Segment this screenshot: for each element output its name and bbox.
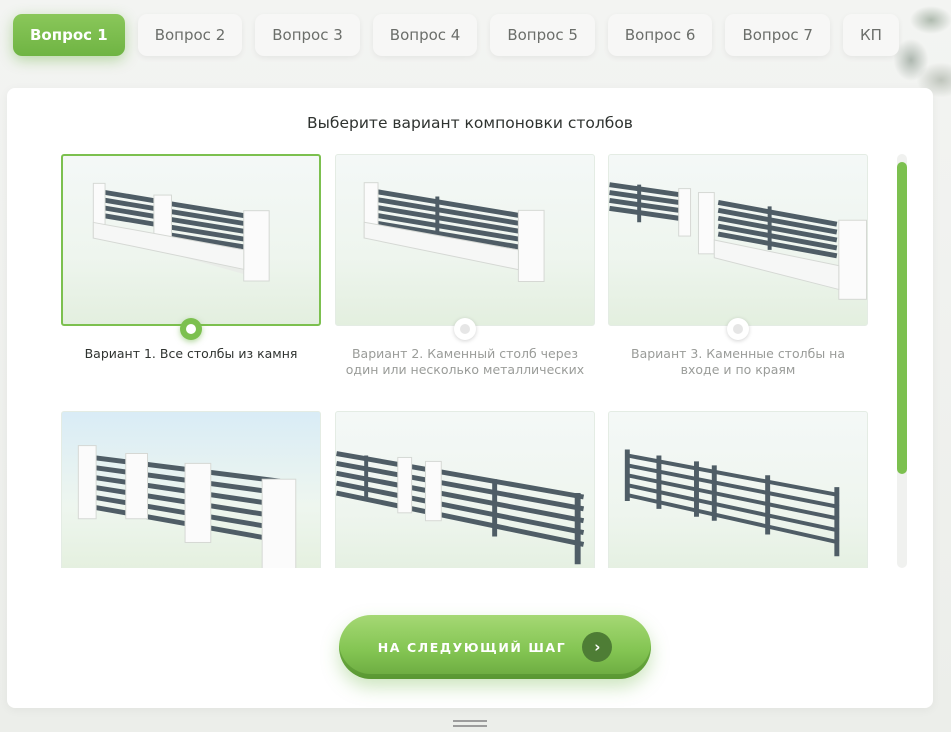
option-1[interactable]: Вариант 1. Все столбы из камня [61,154,321,362]
tab-question-4[interactable]: Вопрос 4 [372,14,478,56]
tab-question-2[interactable]: Вопрос 2 [137,14,243,56]
tab-question-6[interactable]: Вопрос 6 [607,14,713,56]
drag-handle-icon[interactable] [453,720,487,728]
next-step-label: НА СЛЕДУЮЩИЙ ШАГ [377,639,567,655]
fence-tall-stone-posts-illustration [77,445,297,568]
question-tabs: Вопрос 1 Вопрос 2 Вопрос 3 Вопрос 4 Вопр… [13,14,899,56]
fence-edge-posts-illustration [609,182,867,300]
fence-mixed-posts-illustration [363,182,545,283]
tab-question-1[interactable]: Вопрос 1 [13,14,125,56]
tab-question-5[interactable]: Вопрос 5 [490,14,595,56]
option-1-image[interactable] [61,154,321,326]
option-3-radio[interactable] [727,318,749,340]
tab-kp[interactable]: КП [842,14,899,56]
tab-question-3[interactable]: Вопрос 3 [255,14,360,56]
question-title: Выберите вариант компоновки столбов [307,114,633,132]
option-2-label: Вариант 2. Каменный столб через один или… [345,346,585,377]
next-step-button[interactable]: НА СЛЕДУЮЩИЙ ШАГ › [339,615,651,679]
option-4-image[interactable] [61,411,321,568]
option-1-label: Вариант 1. Все столбы из камня [84,346,298,361]
option-6[interactable] [608,411,868,568]
question-card: Выберите вариант компоновки столбов Вари… [7,88,933,708]
option-5[interactable] [335,411,595,568]
fence-gate-stone-posts-illustration [336,451,585,565]
option-3-image[interactable] [608,154,868,326]
option-2[interactable]: Вариант 2. Каменный столб через один или… [335,154,595,378]
chevron-right-icon: › [582,632,613,662]
tab-question-7[interactable]: Вопрос 7 [725,14,830,56]
option-2-radio[interactable] [454,318,476,340]
option-2-image[interactable] [335,154,595,326]
option-3[interactable]: Вариант 3. Каменные столбы на входе и по… [608,154,868,378]
option-4[interactable] [61,411,321,568]
option-3-label: Вариант 3. Каменные столбы на входе и по… [631,346,845,377]
option-1-radio[interactable] [180,318,202,340]
options-grid: Вариант 1. Все столбы из камня Вариант 2… [61,154,868,568]
options-scrollbar[interactable] [897,154,907,568]
option-6-image[interactable] [608,411,868,568]
option-5-image[interactable] [335,411,595,568]
fence-metal-posts-illustration [624,449,840,557]
scrollbar-thumb[interactable] [897,162,907,474]
fence-stone-posts-illustration [92,182,270,282]
